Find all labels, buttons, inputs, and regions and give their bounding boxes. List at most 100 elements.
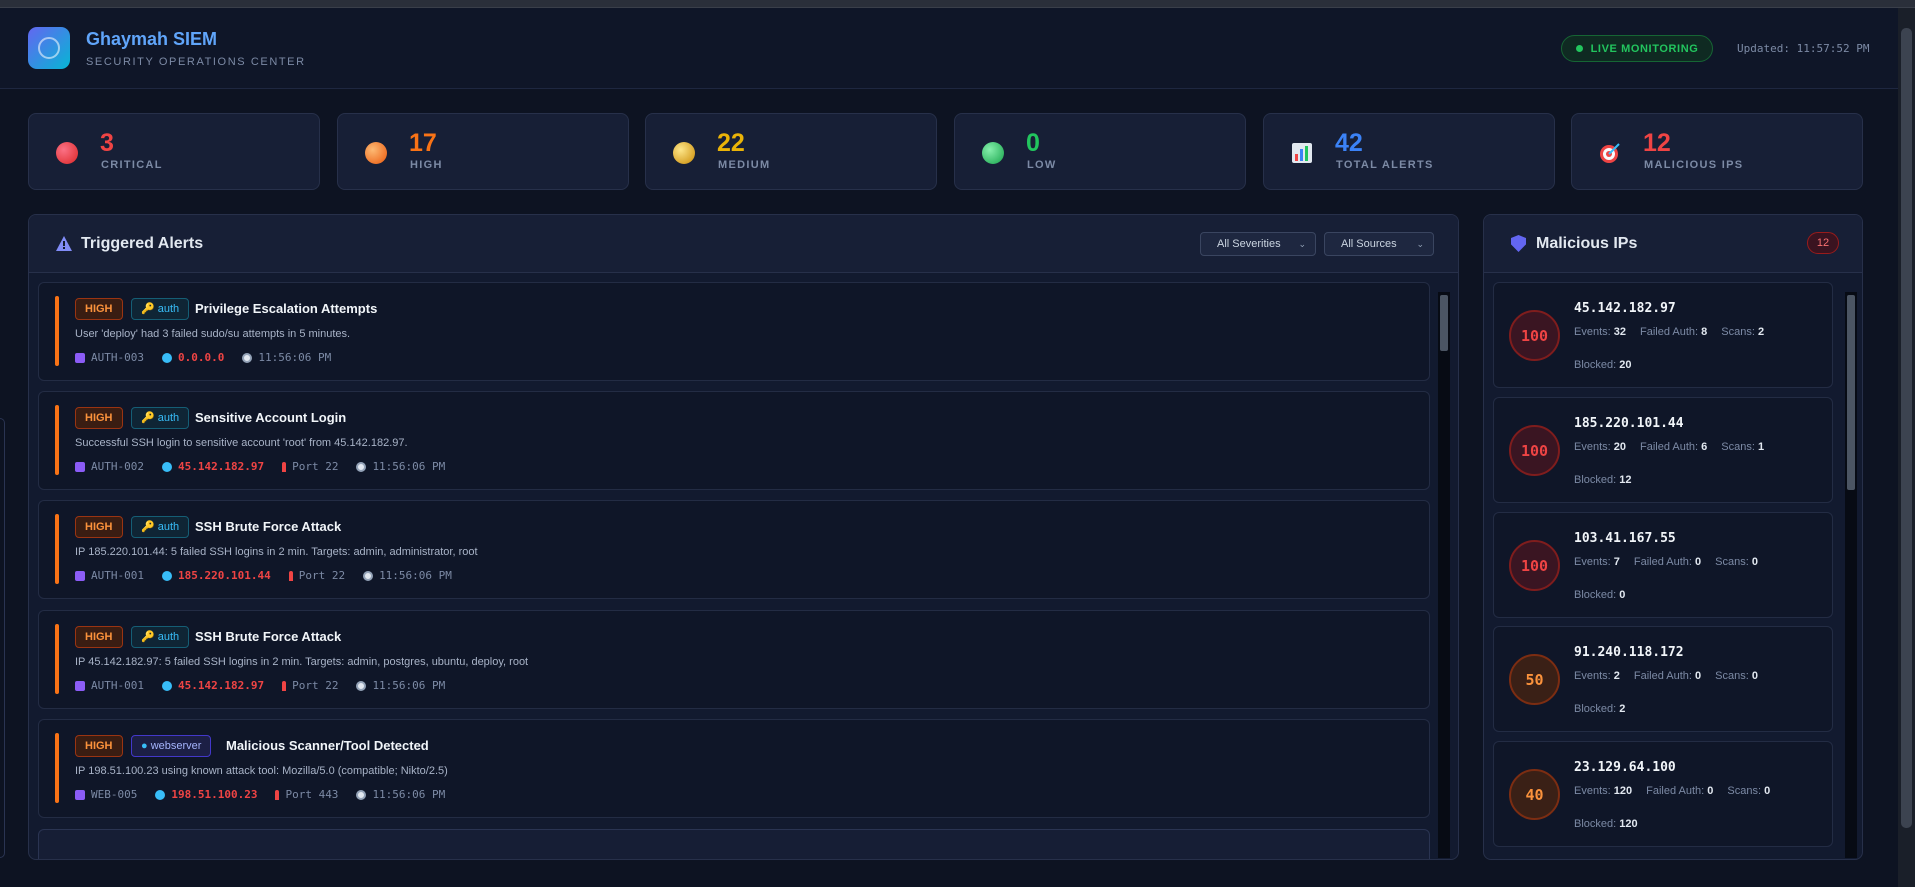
alert-item[interactable]: HIGH 🔑 auth SSH Brute Force Attack IP 45… [38,610,1430,709]
left-drawer-edge[interactable] [0,418,5,858]
stat-card-high: 17 HIGH [337,113,629,190]
ip-address: 45.142.182.97 [1574,301,1676,316]
stat-card-total-alerts: 42 TOTAL ALERTS [1263,113,1555,190]
triggered-alerts-panel: Triggered Alerts All Severities ⌄ All So… [28,214,1459,860]
failed-auth-label: Failed Auth: [1633,556,1692,568]
severity-badge: HIGH [75,298,123,320]
ip-blocked: Blocked: 120 [1574,818,1638,830]
alert-title: SSH Brute Force Attack [195,629,342,644]
failed-auth-value: 0 [1695,556,1702,568]
blocked-label: Blocked: [1574,359,1617,371]
clock-icon [356,461,367,472]
ip-scans: Scans: 0 [1715,556,1758,568]
stat-card-critical: 3 CRITICAL [28,113,320,190]
ip-events: Events: 32 [1574,326,1626,338]
alert-item[interactable]: HIGH ● webserver Malicious Scanner/Tool … [38,719,1430,818]
ip-card[interactable]: 100 185.220.101.44 Events: 20 Failed Aut… [1493,397,1833,503]
failed-auth-label: Failed Auth: [1646,785,1705,797]
ip-card[interactable]: 100 45.142.182.97 Events: 32 Failed Auth… [1493,282,1833,388]
rule-id: AUTH-002 [75,460,144,473]
browser-top-strip [0,0,1915,8]
events-label: Events: [1574,556,1611,568]
ip-failed-auth: Failed Auth: 8 [1640,326,1707,338]
green-circle-icon [982,142,1004,164]
ip-events: Events: 120 [1574,785,1632,797]
port-value: Port 22 [292,460,339,473]
severity-filter-select[interactable]: All Severities ⌄ [1200,232,1316,256]
ip-scans: Scans: 0 [1727,785,1770,797]
stat-value: 3 [100,129,114,157]
ip-failed-auth: Failed Auth: 6 [1640,441,1707,453]
alert-description: IP 198.51.100.23 using known attack tool… [75,765,448,777]
threat-score: 40 [1509,769,1560,820]
source-badge: 🔑 auth [131,516,190,538]
rule-icon [75,680,85,691]
alerts-scrollbar[interactable] [1438,292,1450,858]
scans-value: 0 [1751,670,1758,682]
port-value: Port 443 [285,788,339,801]
alert-description: Successful SSH login to sensitive accoun… [75,437,408,449]
ip-address: 103.41.167.55 [1574,531,1676,546]
rule-id-value: AUTH-001 [91,679,144,692]
page-scrollbar-thumb[interactable] [1901,28,1912,828]
rule-id-value: AUTH-002 [91,460,144,473]
clock-icon [356,680,367,691]
source-ip-value: 45.142.182.97 [177,679,265,692]
rule-icon [75,461,85,472]
severity-bar [55,624,59,694]
clock-icon [356,789,367,800]
app-logo [28,27,70,69]
alert-item[interactable]: HIGH 🔑 auth Sensitive Account Login Succ… [38,391,1430,490]
severity-badge: HIGH [75,626,123,648]
ip-stats: Events: 2 Failed Auth: 0 Scans: 0 [1574,670,1758,682]
ip-card[interactable]: 40 23.129.64.100 Events: 120 Failed Auth… [1493,741,1833,847]
blocked-label: Blocked: [1574,818,1617,830]
ip-card[interactable]: 50 91.240.118.172 Events: 2 Failed Auth:… [1493,626,1833,732]
globe-icon [161,461,172,472]
key-icon: 🔑 [141,521,155,533]
ip-stats: Events: 32 Failed Auth: 8 Scans: 2 [1574,326,1764,338]
ip-scans: Scans: 0 [1715,670,1758,682]
globe-icon: ● [141,740,148,752]
severity-bar [55,405,59,475]
rule-icon [75,570,85,581]
alert-item[interactable]: HIGH 🔑 auth Privilege Escalation Attempt… [38,282,1430,381]
blocked-label: Blocked: [1574,589,1617,601]
failed-auth-value: 8 [1701,326,1708,338]
key-icon: 🔑 [141,303,155,315]
ip-events: Events: 2 [1574,670,1620,682]
ip-card[interactable]: 100 103.41.167.55 Events: 7 Failed Auth:… [1493,512,1833,618]
chevron-down-icon: ⌄ [1416,239,1424,249]
blocked-label: Blocked: [1574,474,1617,486]
blocked-value: 0 [1619,589,1626,601]
ip-events: Events: 7 [1574,556,1620,568]
rule-id-value: AUTH-001 [91,569,144,582]
source-filter-select[interactable]: All Sources ⌄ [1324,232,1434,256]
port: Port 22 [288,569,345,582]
stat-value: 12 [1643,129,1671,157]
ip-stats: Events: 7 Failed Auth: 0 Scans: 0 [1574,556,1758,568]
source-label: webserver [150,740,202,752]
alerts-scrollbar-thumb[interactable] [1440,295,1448,351]
source-ip-value: 185.220.101.44 [177,569,271,582]
failed-auth-value: 0 [1707,785,1714,797]
alert-time: 11:56:06 PM [356,460,445,473]
stat-card-malicious-ips: 12 MALICIOUS IPS [1571,113,1863,190]
blocked-label: Blocked: [1574,703,1617,715]
rule-id: WEB-005 [75,788,137,801]
alert-meta: WEB-005 198.51.100.23 Port 443 11:56:06 … [75,788,445,801]
events-value: 120 [1613,785,1633,797]
ips-scrollbar-thumb[interactable] [1847,295,1855,490]
ip-stats: Events: 20 Failed Auth: 6 Scans: 1 [1574,441,1764,453]
port: Port 22 [282,460,338,473]
scans-label: Scans: [1721,441,1755,453]
rule-id-value: AUTH-003 [91,351,144,364]
scans-label: Scans: [1721,326,1755,338]
alert-item-partial[interactable] [38,829,1430,859]
alert-item[interactable]: HIGH 🔑 auth SSH Brute Force Attack IP 18… [38,500,1430,599]
source-label: auth [157,412,180,424]
rule-id: AUTH-003 [75,351,144,364]
ip-address: 23.129.64.100 [1574,760,1676,775]
events-label: Events: [1574,670,1611,682]
events-label: Events: [1574,326,1611,338]
